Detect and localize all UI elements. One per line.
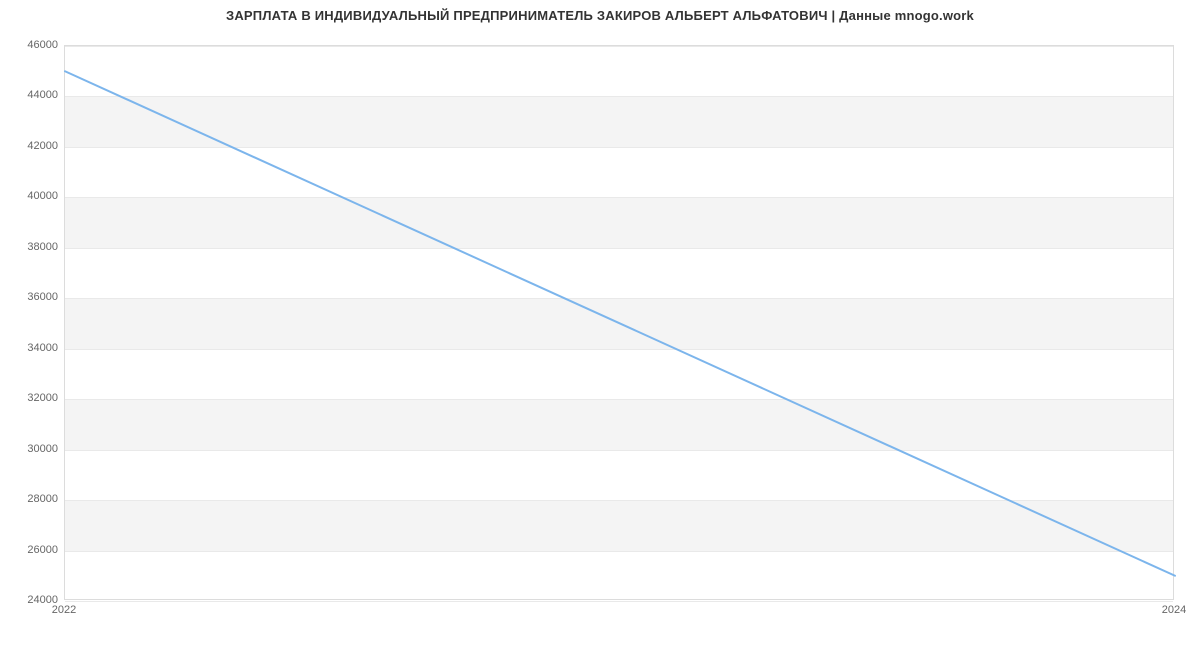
y-tick-label: 38000 — [8, 241, 58, 253]
y-tick-label: 34000 — [8, 342, 58, 354]
series-line — [65, 71, 1175, 576]
y-tick-label: 28000 — [8, 493, 58, 505]
y-tick-label: 42000 — [8, 140, 58, 152]
y-gridline — [65, 601, 1173, 602]
y-tick-label: 44000 — [8, 89, 58, 101]
line-layer — [65, 46, 1173, 599]
chart-container: ЗАРПЛАТА В ИНДИВИДУАЛЬНЫЙ ПРЕДПРИНИМАТЕЛ… — [0, 0, 1200, 650]
y-tick-label: 24000 — [8, 594, 58, 606]
chart-title: ЗАРПЛАТА В ИНДИВИДУАЛЬНЫЙ ПРЕДПРИНИМАТЕЛ… — [0, 8, 1200, 23]
y-tick-label: 32000 — [8, 392, 58, 404]
x-tick-label: 2022 — [52, 604, 76, 616]
plot-area — [64, 45, 1174, 600]
y-tick-label: 40000 — [8, 190, 58, 202]
y-tick-label: 36000 — [8, 291, 58, 303]
y-tick-label: 30000 — [8, 443, 58, 455]
y-tick-label: 46000 — [8, 39, 58, 51]
y-tick-label: 26000 — [8, 544, 58, 556]
x-tick-label: 2024 — [1162, 604, 1186, 616]
